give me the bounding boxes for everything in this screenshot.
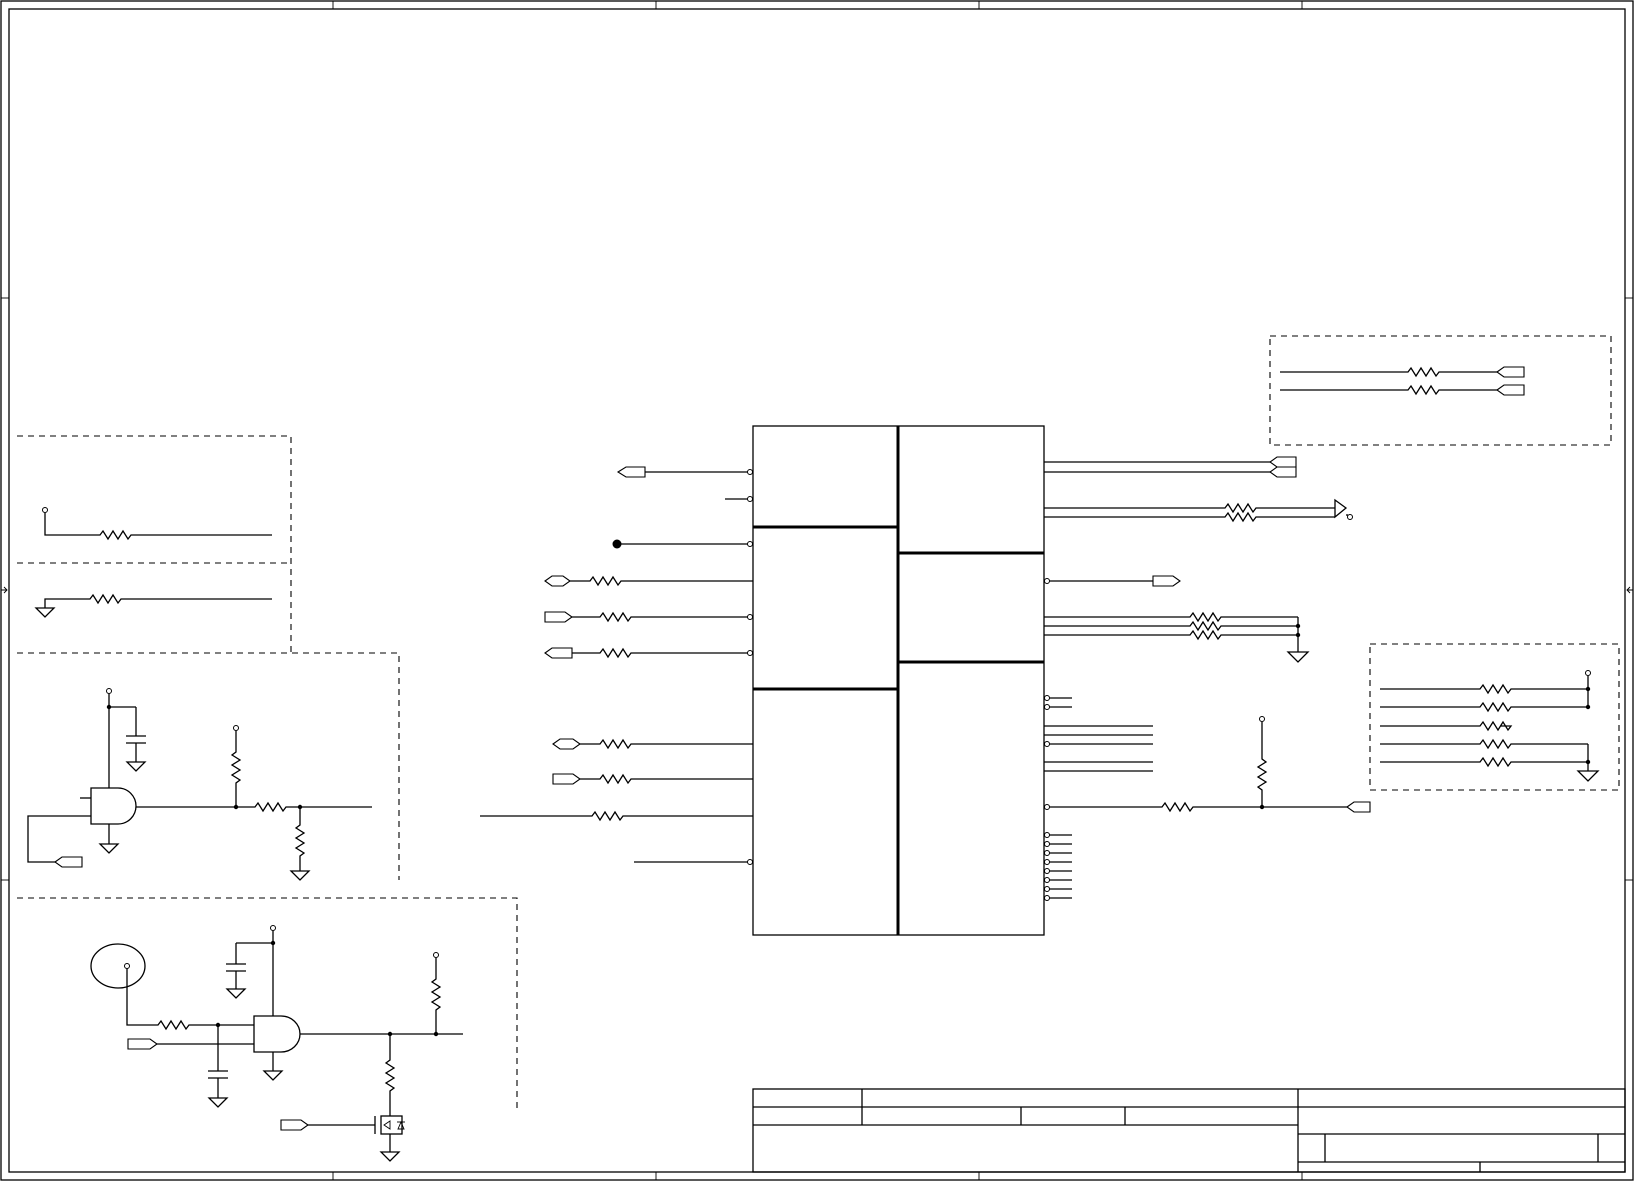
- group-top-right: [1269, 335, 1612, 446]
- title-block: [752, 1088, 1626, 1173]
- ground-symbol: [262, 1070, 284, 1081]
- input-port: [127, 1038, 158, 1050]
- output-port: [1152, 575, 1181, 587]
- and-gate: [253, 1015, 301, 1053]
- group-left-top: [17, 435, 292, 653]
- buffer-symbol: [1334, 498, 1348, 519]
- offpage-port: [616, 466, 646, 478]
- and-gate: [90, 787, 137, 825]
- ground-symbol: [34, 607, 56, 618]
- ground-symbol: [379, 1151, 401, 1162]
- ground-symbol: [98, 843, 120, 854]
- ground-symbol: [1576, 770, 1600, 782]
- bidir-port: [544, 575, 571, 587]
- crystal-symbol: [90, 943, 146, 989]
- bidir-port: [1496, 384, 1525, 396]
- group-left-middle: [17, 652, 400, 881]
- ground-symbol: [125, 761, 147, 772]
- group-left-bottom: [17, 897, 518, 1162]
- bidir-port: [54, 856, 83, 868]
- input-port: [552, 773, 581, 785]
- ic-left-nets: [480, 466, 753, 865]
- ground-symbol: [289, 870, 311, 881]
- group-right: [1369, 643, 1620, 791]
- ground-symbol: [1286, 651, 1310, 663]
- bidir-port: [1496, 366, 1525, 378]
- input-port: [544, 611, 573, 623]
- sheet-border: [0, 0, 1634, 1181]
- ground-symbol: [225, 988, 247, 999]
- bidir-port: [552, 738, 581, 750]
- output-port: [544, 647, 573, 659]
- ground-symbol: [207, 1097, 229, 1108]
- mosfet-symbol: [308, 1115, 405, 1162]
- junction-dot: [612, 539, 622, 549]
- pin-stubs: [1044, 832, 1072, 901]
- central-ic: [752, 425, 1045, 936]
- input-port: [280, 1119, 309, 1131]
- schematic-sheet: [0, 0, 1634, 1181]
- bidir-port: [1269, 466, 1297, 478]
- ic-right-nets: [1044, 456, 1371, 901]
- bidir-port: [1346, 801, 1371, 813]
- bidir-port: [1269, 456, 1297, 468]
